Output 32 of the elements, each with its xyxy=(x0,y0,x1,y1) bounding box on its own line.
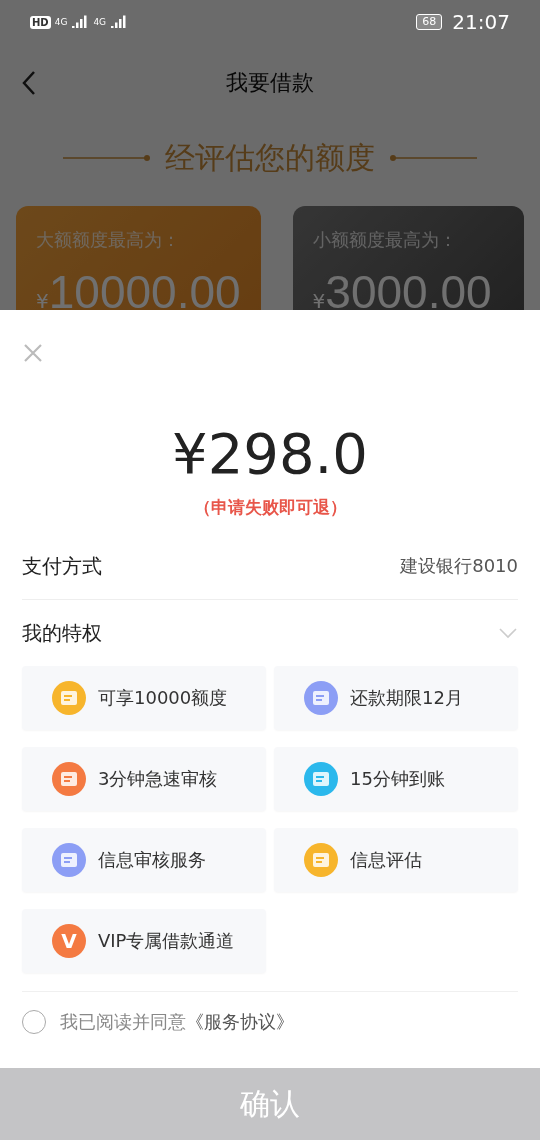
signal-icon xyxy=(71,14,90,30)
payment-row[interactable]: 支付方式 建设银行8010 xyxy=(22,533,518,600)
hd-badge: HD xyxy=(30,15,51,29)
privilege-label: 可享10000额度 xyxy=(98,686,228,710)
privilege-label: 还款期限12月 xyxy=(350,686,463,710)
agreement-text: 我已阅读并同意《服务协议》 xyxy=(60,1010,294,1034)
limit-label: 大额额度最高为： xyxy=(36,228,181,252)
battery-level: 68 xyxy=(416,14,443,30)
payment-label: 支付方式 xyxy=(22,552,102,580)
privilege-label: 3分钟急速审核 xyxy=(98,767,218,791)
network-label: 4G xyxy=(54,17,68,27)
page-title: 我要借款 xyxy=(225,69,315,97)
privilege-label: 信息评估 xyxy=(350,848,422,872)
section-heading: 经评估您的额度 xyxy=(165,138,375,177)
agreement-link[interactable]: 《服务协议》 xyxy=(186,1011,294,1032)
close-icon[interactable] xyxy=(22,342,44,364)
limit-amount: 10000.00 xyxy=(48,265,241,310)
privilege-label: VIP专属借款通道 xyxy=(98,929,235,953)
network-label: 4G xyxy=(93,17,107,27)
payment-value: 建设银行8010 xyxy=(400,554,518,578)
privileges-title: 我的特权 xyxy=(22,619,102,647)
limit-amount: 3000.00 xyxy=(325,265,492,310)
signal-icon xyxy=(110,14,129,30)
refund-note: （申请失败即可退） xyxy=(192,496,348,519)
privilege-icon: V xyxy=(52,924,86,958)
currency-symbol: ¥ xyxy=(36,289,49,310)
chevron-icon[interactable] xyxy=(498,627,518,639)
privilege-label: 信息审核服务 xyxy=(98,848,206,872)
currency-symbol: ¥ xyxy=(312,289,326,310)
clock: 21:07 xyxy=(452,10,510,34)
privilege-label: 15分钟到账 xyxy=(350,767,445,791)
price: ¥298.0 xyxy=(171,422,369,486)
